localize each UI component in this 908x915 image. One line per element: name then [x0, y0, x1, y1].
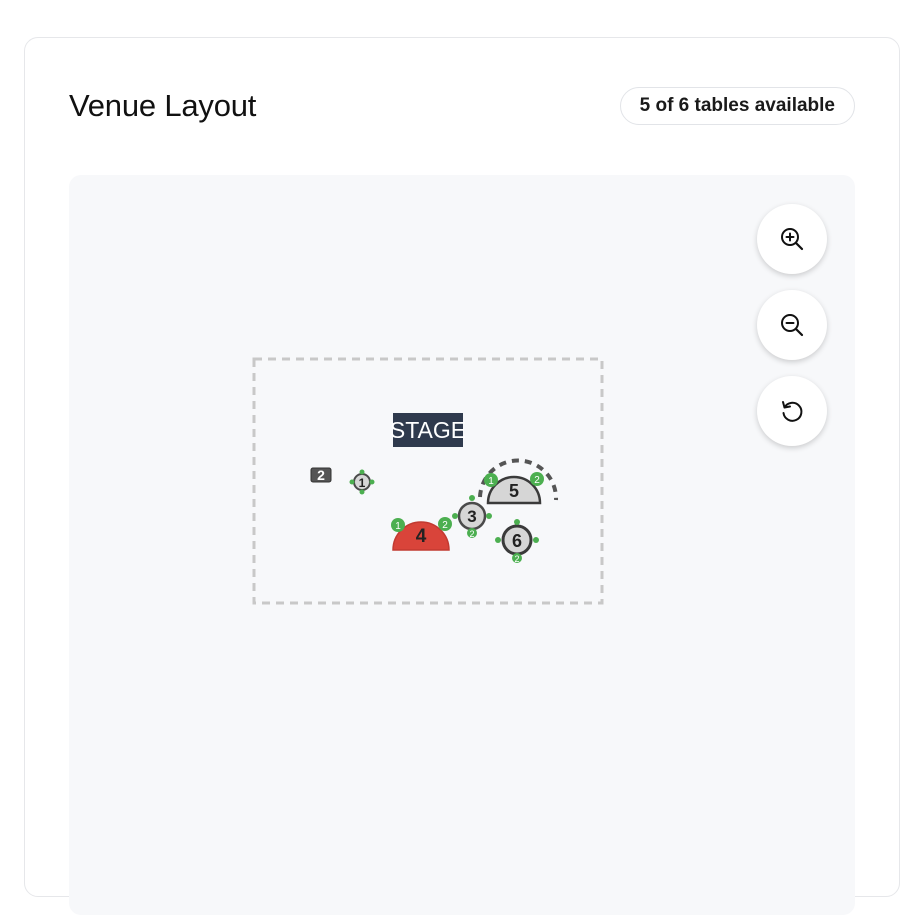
seat-icon[interactable] — [452, 513, 458, 519]
seat-label: 1 — [395, 521, 401, 532]
zoom-in-icon — [781, 228, 804, 251]
floor-plan[interactable]: STAGE 2 1 4 1 2 3 2 5 1 2 6 2 — [69, 175, 855, 915]
table-4-number: 4 — [416, 526, 427, 547]
floor-plan-canvas[interactable]: STAGE 2 1 4 1 2 3 2 5 1 2 6 2 — [69, 175, 855, 915]
table-2-number: 2 — [317, 467, 325, 483]
zoom-out-button[interactable] — [757, 290, 827, 360]
page-title: Venue Layout — [69, 88, 257, 123]
seat-label: 2 — [534, 475, 540, 486]
table-1[interactable]: 1 — [349, 469, 375, 495]
table-1-number: 1 — [359, 476, 366, 490]
table-6[interactable]: 6 2 — [495, 519, 539, 564]
availability-badge: 5 of 6 tables available — [619, 87, 855, 125]
table-5[interactable]: 5 1 2 — [478, 458, 559, 505]
zoom-controls — [757, 204, 827, 462]
seat-label: 1 — [488, 476, 494, 487]
table-5-number: 5 — [509, 481, 519, 501]
table-3[interactable]: 3 2 — [452, 495, 492, 539]
seat-label: 2 — [469, 529, 474, 539]
seat-label: 2 — [442, 520, 448, 531]
table-6-number: 6 — [512, 531, 522, 551]
table-4[interactable]: 4 1 2 — [391, 517, 452, 551]
stage-label: STAGE — [390, 417, 466, 443]
seat-icon[interactable] — [349, 479, 355, 485]
seat-icon[interactable] — [359, 489, 365, 495]
reset-icon — [782, 401, 803, 422]
seat-icon[interactable] — [486, 513, 492, 519]
card-header: Venue Layout 5 of 6 tables available — [25, 38, 899, 178]
seat-icon[interactable] — [533, 537, 539, 543]
seat-icon[interactable] — [514, 519, 520, 525]
zoom-out-icon — [781, 314, 804, 337]
seat-icon[interactable] — [369, 479, 375, 485]
table-3-number: 3 — [467, 507, 476, 526]
seat-icon[interactable] — [495, 537, 501, 543]
venue-layout-card: Venue Layout 5 of 6 tables available STA… — [24, 37, 900, 915]
seat-label: 2 — [514, 554, 519, 564]
stage: STAGE — [390, 413, 466, 447]
venue-boundary — [252, 357, 604, 605]
seat-icon[interactable] — [469, 495, 475, 501]
zoom-in-button[interactable] — [757, 204, 827, 274]
table-2[interactable]: 2 — [310, 467, 332, 483]
reset-view-button[interactable] — [757, 376, 827, 446]
seat-icon[interactable] — [359, 469, 365, 475]
